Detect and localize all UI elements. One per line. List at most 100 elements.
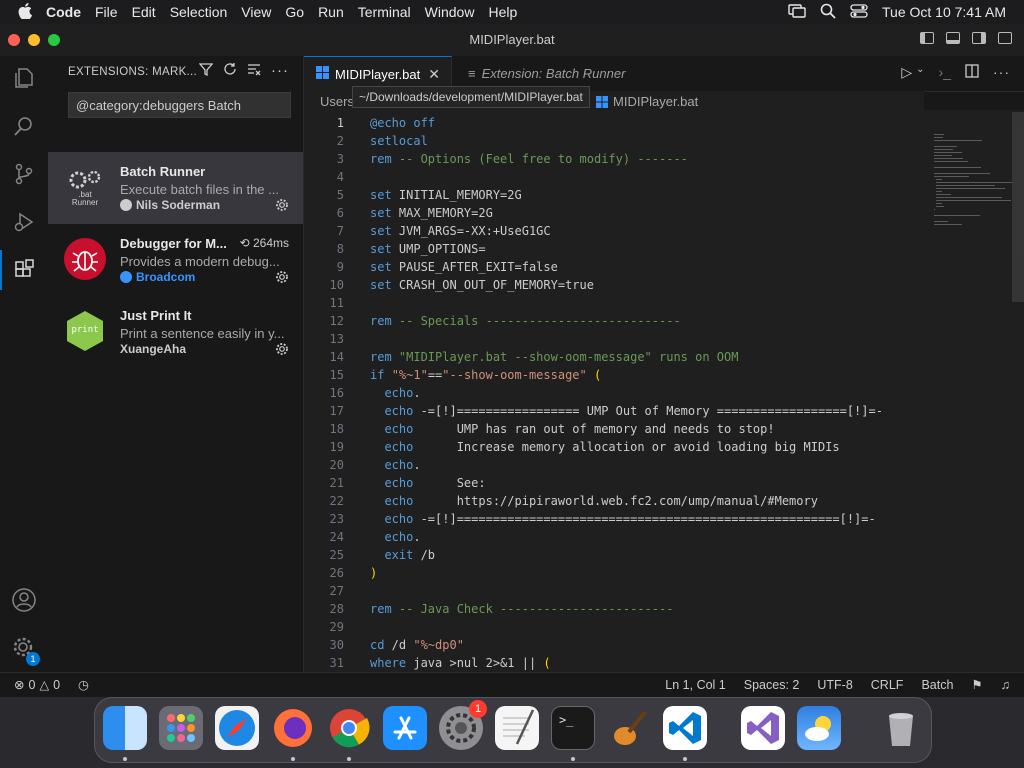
remote-broadcast-icon[interactable]: ◷ [78,677,89,692]
firefox-icon[interactable] [271,706,315,750]
weather-icon[interactable] [797,706,841,750]
code-line[interactable]: echo. [370,458,420,472]
manage-gear-icon[interactable]: 1 [0,628,48,668]
menu-window[interactable]: Window [425,4,475,20]
code-line[interactable]: echo. [370,530,420,544]
finder-icon[interactable] [103,706,147,750]
code-line[interactable]: echo https://pipiraworld.web.fc2.com/ump… [370,494,817,508]
app-store-icon[interactable] [383,706,427,750]
extension-item-just-print-it[interactable]: print Just Print It Print a sentence eas… [48,296,303,368]
code-editor[interactable]: 1 @echo off 2 setlocal 3 rem -- Options (Feel… [304,110,924,672]
code-line[interactable]: @echo off [370,116,435,130]
menubar-clock[interactable]: Tue Oct 10 7:41 AM [882,4,1006,20]
indentation[interactable]: Spaces: 2 [744,678,800,692]
code-line[interactable]: rem -- Options (Feel free to modify) ---… [370,152,688,166]
app-menu-code[interactable]: Code [46,4,81,20]
close-tab-icon[interactable]: ✕ [428,66,440,83]
code-line[interactable]: echo. [370,386,420,400]
breadcrumb-file[interactable]: MIDIPlayer.bat [613,94,698,109]
run-file-icon[interactable]: ▷ [901,64,912,81]
toggle-panel-icon[interactable] [946,32,960,44]
toggle-primary-sidebar-icon[interactable] [920,32,934,44]
line-number: 18 [329,422,344,436]
editor-scrollbar-thumb[interactable] [1012,112,1024,302]
menu-file[interactable]: File [95,4,118,20]
code-line[interactable]: echo -=[!]==============================… [370,512,875,526]
visual-studio-icon[interactable] [741,706,785,750]
menu-help[interactable]: Help [488,4,517,20]
end-of-line[interactable]: CRLF [871,678,904,692]
run-in-terminal-icon[interactable]: ›_ [939,64,951,81]
code-line[interactable]: where java >nul 2>&1 || ( [370,656,551,670]
code-line[interactable]: exit /b [370,548,435,562]
notifications-bell-icon[interactable]: ♫ [1001,678,1010,692]
menu-selection[interactable]: Selection [170,4,228,20]
menu-run[interactable]: Run [318,4,344,20]
refresh-icon[interactable] [223,62,237,80]
code-line[interactable]: set MAX_MEMORY=2G [370,206,493,220]
code-line[interactable]: rem "MIDIPlayer.bat --show-oom-message" … [370,350,738,364]
split-editor-icon[interactable] [965,64,979,81]
code-line[interactable]: echo See: [370,476,485,490]
code-line[interactable]: echo Increase memory allocation or avoid… [370,440,839,454]
garageband-icon[interactable] [607,706,651,750]
file-encoding[interactable]: UTF-8 [817,678,852,692]
launchpad-icon[interactable] [159,706,203,750]
customize-layout-icon[interactable] [998,32,1012,44]
manage-extension-gear-icon[interactable] [275,342,289,361]
terminal-icon[interactable]: >_ [551,706,595,750]
toggle-secondary-sidebar-icon[interactable] [972,32,986,44]
cursor-position[interactable]: Ln 1, Col 1 [665,678,725,692]
extension-item-debugger[interactable]: Debugger for M... ⟲ 264ms Provides a mod… [48,224,303,296]
code-line[interactable]: rem -- Java Check ----------------------… [370,602,673,616]
code-line[interactable]: set UMP_OPTIONS= [370,242,486,256]
language-mode[interactable]: Batch [921,678,953,692]
code-line[interactable]: set CRASH_ON_OUT_OF_MEMORY=true [370,278,594,292]
code-line[interactable]: cd /d "%~dp0" [370,638,464,652]
control-center-icon[interactable] [850,3,868,21]
trash-icon[interactable] [879,706,923,750]
code-line[interactable]: rem -- Specials ------------------------… [370,314,681,328]
accounts-icon[interactable] [0,580,48,620]
code-line[interactable]: if "%~1"=="--show-oom-message" ( [370,368,601,382]
manage-extension-gear-icon[interactable] [275,198,289,217]
menu-go[interactable]: Go [285,4,304,20]
line-number: 2 [336,134,344,148]
source-control-icon[interactable] [0,154,48,194]
system-settings-icon[interactable]: 1 [439,700,487,750]
vscode-dock-icon[interactable] [663,706,707,750]
explorer-icon[interactable] [0,58,48,98]
run-and-debug-icon[interactable] [0,202,48,242]
editor-more-actions-icon[interactable]: ··· [993,64,1010,81]
safari-icon[interactable] [215,706,259,750]
code-line[interactable]: echo -=[!]================= UMP Out of M… [370,404,883,418]
extension-item-batch-runner[interactable]: .bat Runner Batch Runner Execute batch f… [48,152,303,224]
code-line[interactable]: echo UMP has ran out of memory and needs… [370,422,774,436]
code-line[interactable]: set PAUSE_AFTER_EXIT=false [370,260,558,274]
minimap-line [936,197,1002,198]
chrome-icon[interactable] [327,706,371,750]
problems-indicator[interactable]: ⊗ 0 △ 0 [14,677,60,693]
copilot-icon[interactable]: ⚑ [971,677,982,692]
code-line[interactable]: ) [370,566,377,580]
breadcrumb-root[interactable]: Users [320,94,354,109]
filter-icon[interactable] [198,62,214,80]
spotlight-search-icon[interactable] [820,3,836,22]
menu-edit[interactable]: Edit [132,4,156,20]
clear-results-icon[interactable] [247,62,261,80]
code-line[interactable]: setlocal [370,134,428,148]
extensions-icon[interactable] [0,250,48,290]
menu-view[interactable]: View [241,4,271,20]
code-line[interactable]: set JVM_ARGS=-XX:+UseG1GC [370,224,551,238]
run-dropdown-chevron-icon[interactable]: ⌄ [916,64,924,81]
minimap[interactable] [924,110,1024,672]
manage-extension-gear-icon[interactable] [275,270,289,289]
textedit-icon[interactable] [495,706,539,750]
search-icon[interactable] [0,106,48,146]
more-actions-icon[interactable]: ··· [271,62,289,80]
screen-mirroring-icon[interactable] [788,3,806,21]
menu-terminal[interactable]: Terminal [358,4,411,20]
apple-icon[interactable] [18,2,32,22]
extensions-search-input[interactable] [68,92,291,118]
code-line[interactable]: set INITIAL_MEMORY=2G [370,188,522,202]
